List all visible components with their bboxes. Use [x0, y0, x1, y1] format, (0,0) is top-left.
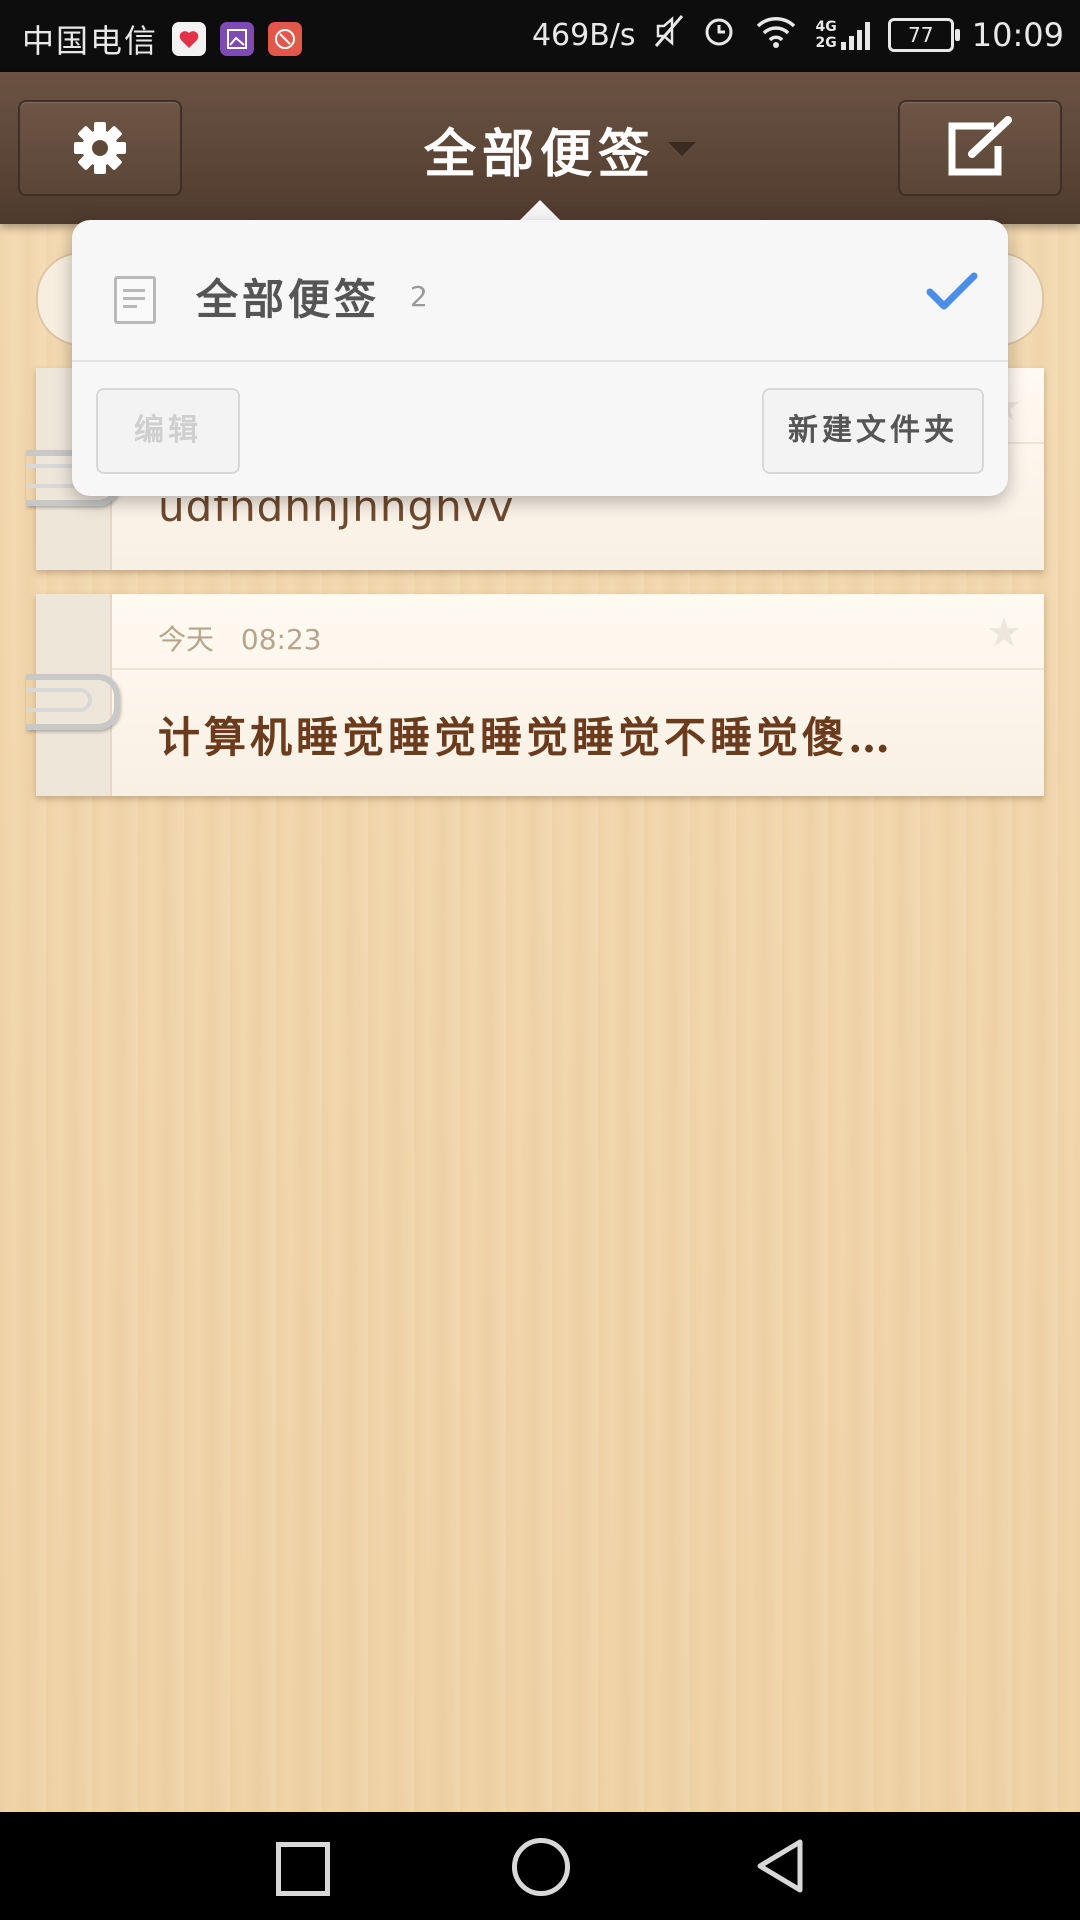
status-right: 469B/s 4G 2G 77 10:09 [532, 14, 1064, 56]
network-type-2g: 2G [815, 35, 837, 51]
page-title-text: 全部便签 [423, 124, 656, 185]
note-card[interactable]: 今天 08:23 ★ 计算机睡觉睡觉睡觉睡觉不睡觉傻… [26, 594, 1044, 796]
folder-item-all[interactable]: 全部便签 2 [72, 220, 1008, 362]
checkmark-icon [926, 272, 978, 316]
note-body: 计算机睡觉睡觉睡觉睡觉不睡觉傻… [158, 713, 895, 762]
battery-icon: 77 [887, 18, 960, 52]
carrier-name: 中国电信 [22, 22, 159, 60]
edit-button[interactable]: 编辑 [96, 388, 240, 474]
status-left: 中国电信 [22, 16, 303, 62]
health-app-icon [172, 22, 207, 56]
cellular-signal: 4G 2G [816, 19, 870, 51]
paperclip-icon [26, 674, 120, 730]
dropdown-arrow-icon[interactable] [668, 142, 696, 156]
tools-app-icon [268, 22, 303, 56]
clock: 10:09 [971, 16, 1064, 54]
note-time: 08:23 [240, 623, 322, 656]
recents-button[interactable] [276, 1842, 330, 1896]
note-date: 今天 08:23 [158, 618, 322, 658]
home-button[interactable] [512, 1838, 570, 1896]
new-folder-button[interactable]: 新建文件夹 [762, 388, 984, 474]
gallery-app-icon [220, 22, 255, 56]
navigation-bar [0, 1812, 1080, 1920]
note-date-label: 今天 [158, 623, 215, 656]
mute-icon [654, 14, 684, 56]
new-note-button[interactable] [898, 100, 1062, 196]
document-icon [114, 276, 156, 324]
folder-dropdown: 全部便签 2 编辑 新建文件夹 [72, 220, 1008, 496]
alarm-icon [702, 14, 736, 56]
folder-name: 全部便签 [196, 275, 381, 324]
back-button[interactable] [752, 1836, 808, 1900]
network-type-4g: 4G [815, 19, 837, 35]
popup-pointer [518, 200, 562, 222]
status-bar: 中国电信 469B/s 4G 2G 77 10:09 [0, 0, 1080, 72]
star-icon[interactable]: ★ [986, 610, 1022, 656]
wifi-icon [754, 14, 798, 56]
note-divider [112, 668, 1044, 670]
folder-count: 2 [410, 280, 428, 313]
network-speed: 469B/s [531, 17, 636, 53]
signal-bars-icon [840, 20, 870, 50]
compose-icon [944, 116, 1016, 184]
